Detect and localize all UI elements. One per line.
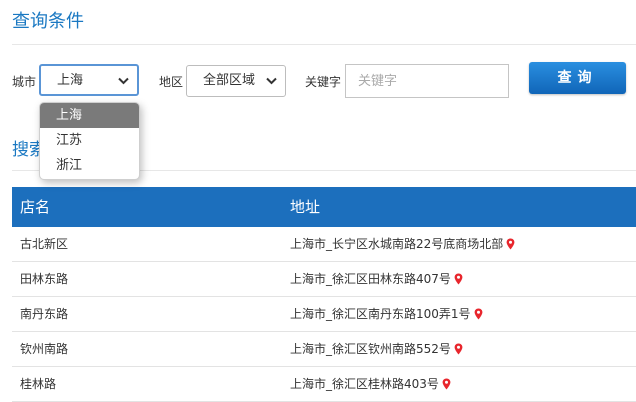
store-name: 钦州南路 bbox=[20, 342, 69, 356]
store-address: 上海市_徐汇区田林东路407号 bbox=[290, 272, 451, 286]
keyword-input[interactable] bbox=[345, 64, 509, 98]
search-button[interactable]: 查询 bbox=[529, 62, 626, 94]
map-pin-icon[interactable] bbox=[442, 378, 451, 390]
city-select[interactable]: 上海 bbox=[39, 64, 139, 96]
table-row[interactable]: 南丹东路 上海市_徐汇区南丹东路100弄1号 bbox=[12, 297, 636, 332]
table-row[interactable]: 田林东路 上海市_徐汇区田林东路407号 bbox=[12, 262, 636, 297]
city-select-value: 上海 bbox=[57, 73, 84, 88]
store-address: 上海市_长宁区水城南路22号底商场北部 bbox=[290, 237, 504, 251]
store-name: 南丹东路 bbox=[20, 307, 69, 321]
district-select[interactable]: 全部区域 bbox=[186, 65, 286, 97]
city-option-shanghai[interactable]: 上海 bbox=[40, 103, 139, 128]
header-address: 地址 bbox=[290, 198, 321, 216]
city-option-jiangsu[interactable]: 江苏 bbox=[40, 128, 139, 153]
store-name: 桂林路 bbox=[20, 377, 57, 391]
store-address: 上海市_徐汇区南丹东路100弄1号 bbox=[290, 307, 471, 321]
map-pin-icon[interactable] bbox=[506, 238, 515, 250]
table-row[interactable]: 桂林路 上海市_徐汇区桂林路403号 bbox=[12, 367, 636, 402]
store-address: 上海市_徐汇区桂林路403号 bbox=[290, 377, 439, 391]
table-row[interactable]: 古北新区 上海市_长宁区水城南路22号底商场北部 bbox=[12, 227, 636, 262]
table-row[interactable]: 钦州南路 上海市_徐汇区钦州南路552号 bbox=[12, 332, 636, 367]
keyword-label: 关键字 bbox=[305, 75, 342, 89]
store-address-cell: 上海市_徐汇区桂林路403号 bbox=[290, 377, 451, 391]
table-header: 店名 地址 bbox=[12, 187, 636, 227]
divider bbox=[12, 44, 636, 45]
store-name: 田林东路 bbox=[20, 272, 69, 286]
store-address-cell: 上海市_长宁区水城南路22号底商场北部 bbox=[290, 237, 515, 251]
store-table: 店名 地址 古北新区 上海市_长宁区水城南路22号底商场北部 田林东路 上海市_… bbox=[12, 187, 636, 402]
store-address-cell: 上海市_徐汇区钦州南路552号 bbox=[290, 342, 463, 356]
city-option-zhejiang[interactable]: 浙江 bbox=[40, 153, 139, 178]
query-title: 查询条件 bbox=[12, 11, 84, 32]
store-address-cell: 上海市_徐汇区田林东路407号 bbox=[290, 272, 463, 286]
store-name: 古北新区 bbox=[20, 237, 69, 251]
city-label: 城市 bbox=[12, 75, 37, 89]
map-pin-icon[interactable] bbox=[454, 273, 463, 285]
store-address-cell: 上海市_徐汇区南丹东路100弄1号 bbox=[290, 307, 483, 321]
city-dropdown-list: 上海 江苏 浙江 bbox=[39, 102, 140, 180]
map-pin-icon[interactable] bbox=[474, 308, 483, 320]
map-pin-icon[interactable] bbox=[454, 343, 463, 355]
chevron-down-icon bbox=[118, 77, 129, 85]
chevron-down-icon bbox=[266, 77, 277, 85]
district-select-value: 全部区域 bbox=[203, 73, 256, 88]
header-store-name: 店名 bbox=[20, 198, 51, 216]
district-label: 地区 bbox=[159, 75, 184, 89]
store-address: 上海市_徐汇区钦州南路552号 bbox=[290, 342, 451, 356]
